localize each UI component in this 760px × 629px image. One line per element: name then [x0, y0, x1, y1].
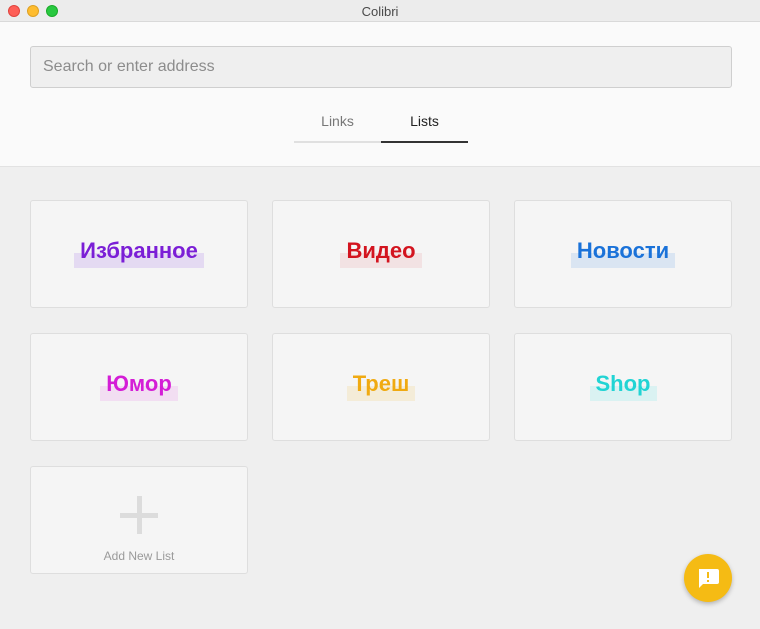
list-card-novosti[interactable]: Новости — [514, 200, 732, 308]
tab-lists[interactable]: Lists — [381, 110, 468, 143]
title-bar: Colibri — [0, 0, 760, 22]
list-title-text: Новости — [576, 238, 670, 263]
window-title: Colibri — [361, 4, 399, 19]
list-card-label: Избранное — [31, 237, 247, 268]
list-card-label: Треш — [273, 370, 489, 401]
list-title: Shop — [589, 370, 657, 401]
list-card-shop[interactable]: Shop — [514, 333, 732, 441]
list-title: Треш — [346, 370, 416, 401]
tab-links[interactable]: Links — [294, 110, 381, 143]
search-input[interactable] — [30, 46, 732, 88]
list-card-tresh[interactable]: Треш — [272, 333, 490, 441]
add-new-list-button[interactable]: Add New List — [30, 466, 248, 574]
plus-icon — [120, 496, 158, 534]
list-card-label: Видео — [273, 237, 489, 268]
list-card-izbrannoe[interactable]: Избранное — [30, 200, 248, 308]
list-title: Избранное — [74, 237, 204, 268]
list-card-yumor[interactable]: Юмор — [30, 333, 248, 441]
list-card-label: Shop — [515, 370, 731, 401]
list-title-text: Треш — [352, 371, 410, 396]
tab-bar: Links Lists — [294, 110, 468, 143]
list-card-label: Юмор — [31, 370, 247, 401]
list-title: Новости — [570, 237, 676, 268]
list-title-text: Избранное — [80, 238, 198, 263]
list-card-video[interactable]: Видео — [272, 200, 490, 308]
list-title-text: Юмор — [106, 371, 172, 396]
header: Links Lists — [0, 22, 760, 167]
add-new-list-label: Add New List — [103, 549, 175, 563]
list-title: Юмор — [100, 370, 178, 401]
list-title-text: Видео — [346, 238, 416, 263]
feedback-icon — [699, 569, 719, 588]
list-title-text: Shop — [595, 371, 651, 396]
list-card-label: Новости — [515, 237, 731, 268]
feedback-button[interactable] — [684, 554, 732, 602]
list-title: Видео — [340, 237, 422, 268]
